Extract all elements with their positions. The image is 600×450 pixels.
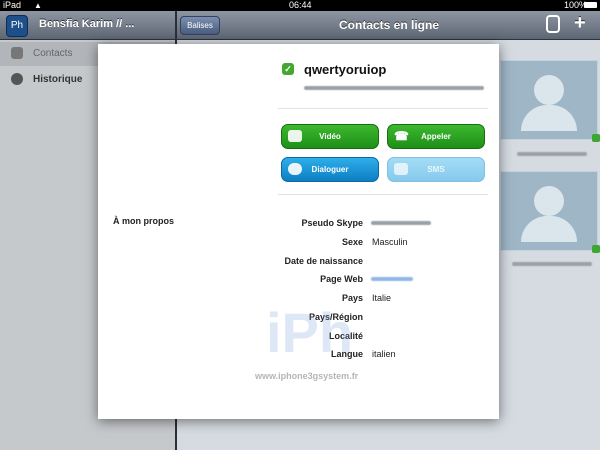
wifi-icon: ▲ [34, 1, 42, 10]
sms-button: SMS [387, 157, 485, 182]
chat-bubble-icon [288, 163, 302, 175]
contact-username: qwertyoruiop [304, 62, 387, 77]
field-label-gender: Sexe [341, 237, 363, 247]
redacted-mood-text [304, 86, 484, 90]
clock-icon [11, 73, 23, 85]
contact-profile-modal: ✓ qwertyoruiop Vidéo ☎ Appeler Dialoguer… [98, 44, 499, 419]
contacts-icon [11, 47, 23, 59]
video-call-button[interactable]: Vidéo [281, 124, 379, 149]
online-check-icon: ✓ [282, 63, 294, 75]
status-bar: iPad ▲ 06:44 100% [0, 0, 600, 11]
field-label-skype-name: Pseudo Skype [301, 218, 363, 228]
field-label-website: Page Web [320, 274, 363, 284]
back-button[interactable]: Balises [180, 16, 220, 35]
carrier-label: iPad [3, 0, 22, 10]
redacted-website-link[interactable] [371, 277, 413, 281]
call-button[interactable]: ☎ Appeler [387, 124, 485, 149]
field-value-language: italien [372, 349, 396, 359]
field-value-country: Italie [372, 293, 392, 303]
about-section-title: À mon propos [113, 216, 174, 226]
separator [278, 194, 488, 195]
avatar-placeholder-icon [534, 186, 564, 216]
redacted-skype-name [371, 221, 431, 225]
phone-icon[interactable] [546, 15, 560, 33]
button-label: SMS [427, 165, 445, 174]
separator [278, 108, 488, 109]
add-icon[interactable]: + [574, 12, 586, 35]
video-camera-icon [288, 130, 302, 142]
battery-icon [584, 2, 597, 8]
online-check-icon [592, 245, 600, 253]
contact-tile[interactable] [500, 60, 600, 142]
sms-icon [394, 163, 408, 175]
clock-time: 06:44 [289, 0, 312, 10]
button-label: Vidéo [319, 132, 341, 141]
avatar-placeholder-icon [534, 75, 564, 105]
button-label: Dialoguer [311, 165, 349, 174]
online-check-icon [592, 134, 600, 142]
page-title: Contacts en ligne [339, 18, 440, 32]
field-label-birthdate: Date de naissance [284, 256, 363, 266]
contact-tile[interactable] [500, 171, 600, 253]
field-value-gender: Masculin [372, 237, 408, 247]
watermark-logo: iPh [266, 301, 354, 364]
sidebar-item-label: Contacts [33, 48, 73, 59]
watermark-url: www.iphone3gsystem.fr [255, 371, 359, 381]
sidebar-item-label: Historique [33, 74, 83, 85]
app-icon[interactable]: Ph [6, 15, 28, 37]
phone-handset-icon: ☎ [394, 129, 409, 143]
chat-button[interactable]: Dialoguer [281, 157, 379, 182]
button-label: Appeler [421, 132, 451, 141]
account-title[interactable]: Bensfia Karim // ... [39, 18, 134, 30]
